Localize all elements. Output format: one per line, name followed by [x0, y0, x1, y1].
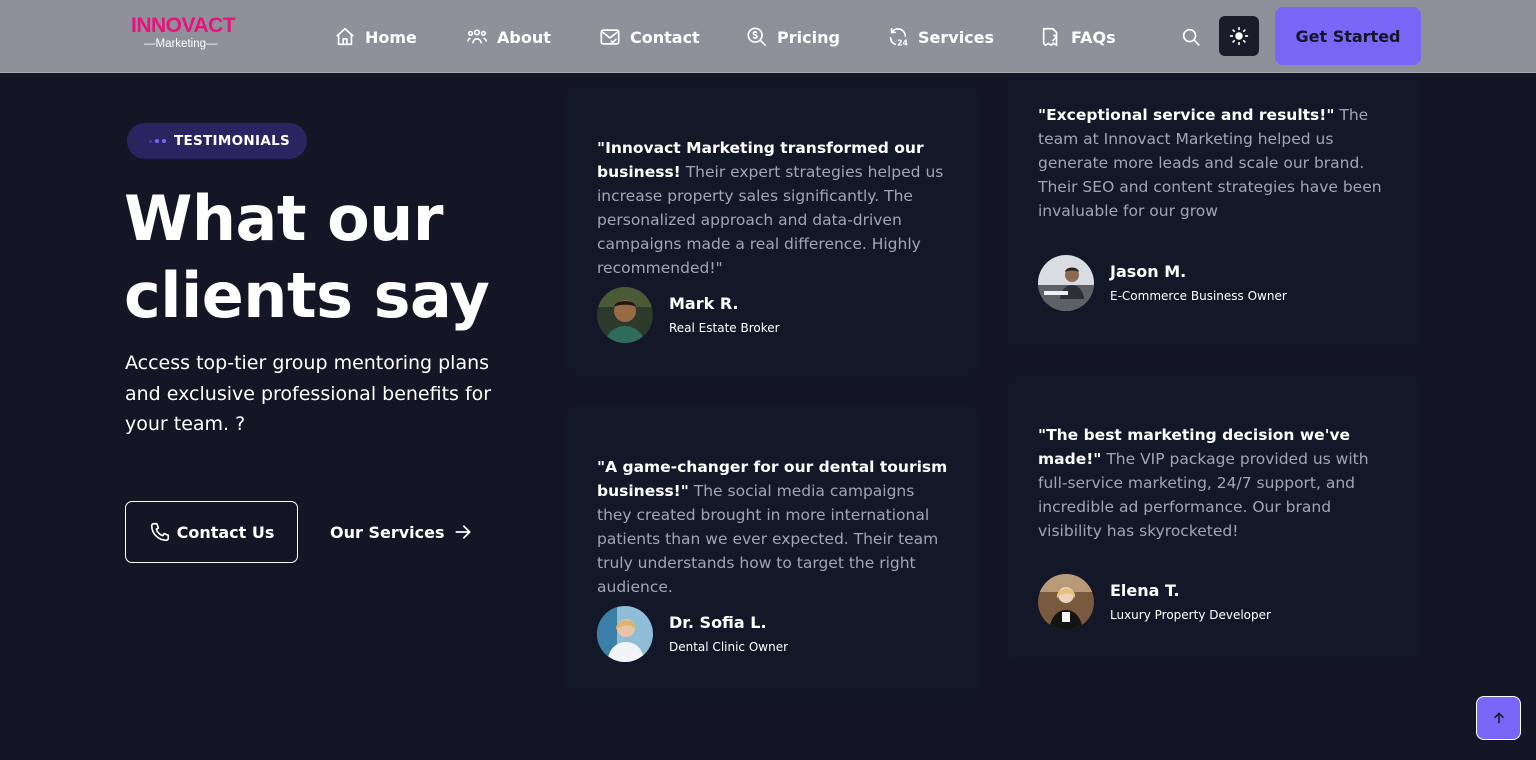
testimonial-card: "A game-changer for our dental tourism b… [565, 405, 980, 695]
nav-contact-label: Contact [630, 27, 700, 47]
author-name: Dr. Sofia L. [669, 612, 767, 632]
arrow-up-icon [1493, 712, 1504, 724]
page: INNOVACT —Marketing— Home About Contact … [0, 0, 1536, 760]
get-started-button[interactable]: Get Started [1275, 7, 1421, 65]
faq-icon [1042, 27, 1058, 47]
search-icon [1182, 28, 1200, 46]
avatar [1038, 255, 1094, 311]
brand-logo[interactable]: INNOVACT —Marketing— [131, 15, 241, 51]
nav-pricing[interactable]: Pricing [746, 22, 840, 52]
users-icon [467, 29, 487, 44]
author-info: Dr. Sofia L. Dental Clinic Owner [669, 612, 788, 657]
author-name: Jason M. [1110, 261, 1187, 281]
arrow-right-icon [455, 525, 470, 539]
testimonial-headline: "Exceptional service and results!" [1038, 106, 1335, 124]
testimonial-author: Jason M. E-Commerce Business Owner [1038, 255, 1287, 311]
title-line-1: What our [124, 182, 443, 255]
testimonial-author: Mark R. Real Estate Broker [597, 287, 780, 343]
testimonial-quote: "The best marketing decision we've made!… [1038, 423, 1389, 543]
testimonial-quote: "Innovact Marketing transformed our busi… [597, 136, 948, 280]
testimonial-author: Elena T. Luxury Property Developer [1038, 574, 1271, 630]
nav-home-label: Home [365, 27, 417, 47]
nav-faqs-label: FAQs [1071, 27, 1116, 47]
avatar [597, 287, 653, 343]
sun-icon [1229, 26, 1249, 46]
nav-pricing-label: Pricing [777, 27, 840, 47]
our-services-link[interactable]: Our Services [330, 516, 473, 548]
author-role: Real Estate Broker [669, 320, 780, 335]
author-role: E-Commerce Business Owner [1110, 288, 1287, 303]
home-icon [336, 27, 354, 46]
theme-toggle-button[interactable] [1219, 16, 1259, 56]
our-services-label: Our Services [330, 522, 445, 542]
svg-text:24: 24 [897, 38, 908, 47]
phone-icon [150, 522, 169, 542]
nav-about-label: About [497, 27, 551, 47]
section-description: Access top-tier group mentoring plans an… [125, 352, 492, 435]
nav-services-label: Services [918, 27, 995, 47]
avatar [597, 606, 653, 662]
search-button[interactable] [1180, 26, 1202, 48]
author-name: Elena T. [1110, 580, 1180, 600]
brand-tagline: —Marketing— [144, 38, 218, 50]
24h-services-icon: 24 [889, 27, 908, 47]
title-line-2: clients say [124, 259, 490, 332]
author-info: Mark R. Real Estate Broker [669, 293, 780, 338]
avatar-image [1038, 574, 1094, 630]
mail-icon [600, 29, 620, 45]
avatar-image [597, 287, 653, 343]
testimonial-card: "Exceptional service and results!" The t… [1006, 74, 1421, 346]
testimonial-quote: "A game-changer for our dental tourism b… [597, 455, 948, 599]
testimonial-card: "The best marketing decision we've made!… [1006, 375, 1421, 662]
nav-home[interactable]: Home [334, 22, 417, 52]
avatar-image [1038, 255, 1094, 311]
testimonial-quote: "Exceptional service and results!" The t… [1038, 103, 1389, 223]
author-info: Elena T. Luxury Property Developer [1110, 580, 1271, 625]
contact-us-button[interactable]: Contact Us [125, 501, 298, 563]
contact-us-label: Contact Us [176, 522, 275, 542]
scroll-to-top-button[interactable] [1476, 696, 1521, 740]
badge-label: TESTIMONIALS [174, 133, 290, 149]
brand-name: INNOVACT [131, 14, 236, 37]
author-name: Mark R. [669, 293, 739, 313]
author-role: Dental Clinic Owner [669, 639, 789, 654]
site-header: INNOVACT —Marketing— Home About Contact … [0, 0, 1536, 73]
badge-dots-icon [149, 139, 166, 143]
nav-about[interactable]: About [466, 22, 551, 52]
testimonial-author: Dr. Sofia L. Dental Clinic Owner [597, 606, 788, 662]
nav-contact[interactable]: Contact [599, 22, 700, 52]
avatar [1038, 574, 1094, 630]
author-info: Jason M. E-Commerce Business Owner [1110, 261, 1287, 306]
section-title: What our clients say [124, 180, 544, 334]
section-badge: TESTIMONIALS [127, 123, 307, 159]
nav-faqs[interactable]: FAQs [1040, 22, 1116, 52]
nav-services[interactable]: 24 Services [887, 22, 994, 52]
author-role: Luxury Property Developer [1110, 607, 1271, 622]
avatar-image [597, 606, 653, 662]
testimonial-card: "Innovact Marketing transformed our busi… [565, 86, 980, 376]
pricing-icon [747, 27, 767, 47]
